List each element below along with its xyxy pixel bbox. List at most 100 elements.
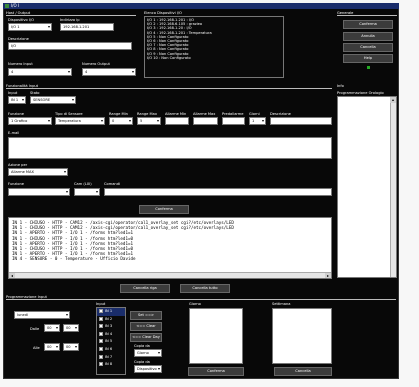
funzione2-select[interactable]: [8, 188, 70, 196]
prog-input-item[interactable]: IN 7: [97, 354, 125, 362]
prog-input-item[interactable]: IN 4: [97, 331, 125, 339]
predallarme-label: Predallarme: [222, 112, 244, 116]
email-label: E-mail: [8, 131, 20, 135]
predallarme-input[interactable]: [222, 117, 245, 125]
checkbox-icon[interactable]: [99, 331, 103, 336]
prog-day-select[interactable]: lunedì: [14, 311, 70, 319]
general-cancella-button[interactable]: Cancella: [343, 43, 393, 52]
n-output-select[interactable]: 4: [82, 68, 136, 76]
set-button[interactable]: Set ==>: [130, 311, 162, 320]
prog-input-list[interactable]: IN 1 IN 2 IN 3 IN 4 IN 5 IN 6 IN 7 IN 8: [96, 307, 126, 375]
device-list-item[interactable]: I/O 10 : Non Configurato: [147, 56, 281, 60]
prog-input-label-text: IN 7: [105, 354, 113, 359]
prog-input-label-text: IN 2: [105, 316, 113, 321]
cam-label: Cam (LXI): [74, 182, 92, 186]
prog-input-item[interactable]: IN 3: [97, 323, 125, 331]
checkbox-icon[interactable]: [99, 316, 103, 321]
dalle-min-select[interactable]: 00: [63, 324, 79, 332]
scroll-right-icon[interactable]: ▸: [325, 273, 331, 278]
prog-input-item[interactable]: IN 2: [97, 316, 125, 324]
n-input-label: Numero Input: [8, 62, 33, 66]
checkbox-icon[interactable]: [99, 339, 103, 344]
rules-log-list[interactable]: IN 1 - CHIUSO - HTTP - CAM12 - /axis-cgi…: [8, 217, 332, 279]
scroll-left-icon[interactable]: ◂: [9, 273, 15, 278]
giorni-select[interactable]: 1: [249, 117, 266, 125]
checkbox-icon[interactable]: [99, 354, 103, 359]
descr-label: Descrizione: [8, 37, 29, 41]
n-output-label: Numero Output: [82, 62, 110, 66]
prog-cancella-button[interactable]: Cancella: [274, 367, 332, 376]
checkbox-icon[interactable]: [99, 324, 103, 329]
descr-input[interactable]: I/O: [8, 42, 132, 50]
func-conferma-button[interactable]: Conferma: [139, 205, 189, 214]
general-help-button[interactable]: Help: [343, 54, 393, 63]
window-titlebar: I/O I: [3, 3, 399, 9]
cancella-riga-button[interactable]: Cancella riga: [120, 284, 170, 293]
prog-input-label-text: IN 8: [105, 362, 113, 367]
settimana-list[interactable]: [272, 308, 332, 364]
checkbox-icon[interactable]: [99, 362, 103, 367]
ip-input[interactable]: 192.168.1.201: [60, 23, 114, 31]
log-row[interactable]: IN 4 - SENSORE - 0 - Temperature - Uffic…: [12, 256, 329, 261]
info-scroll-up-icon[interactable]: ▴: [390, 97, 396, 103]
prog-input-label-text: IN 5: [105, 339, 113, 344]
copia2-select[interactable]: Dispositivo: [134, 365, 162, 373]
prog-input-item[interactable]: IN 5: [97, 338, 125, 346]
tipo-select[interactable]: Temperatura: [55, 117, 105, 125]
dalle-hour-select[interactable]: 00: [44, 324, 60, 332]
func-input-label: Input: [8, 91, 18, 95]
allarme-max-label: Allarme Max: [193, 112, 216, 116]
funzione-label: Funzione: [8, 112, 24, 116]
info-panel[interactable]: ▴: [337, 96, 397, 278]
checkbox-icon[interactable]: [99, 346, 103, 351]
general-annulla-button[interactable]: Annulla: [343, 32, 393, 41]
prog-input-item[interactable]: IN 8: [97, 361, 125, 369]
general-conferma-button[interactable]: Conferma: [343, 20, 393, 29]
hw-divider: [6, 15, 136, 16]
func-input-select[interactable]: IN 1: [8, 96, 26, 104]
info-title: Info: [337, 84, 344, 88]
prog-input-item[interactable]: IN 1: [97, 308, 125, 316]
device-list[interactable]: I/O 1 : 192.168.1.201 : I/O I/O 2 : 192.1…: [144, 16, 284, 78]
prog-divider: [6, 299, 396, 300]
funzione-select[interactable]: 1 Grafico: [8, 117, 52, 125]
func-state-select[interactable]: SENSORE: [30, 96, 76, 104]
descrizione-label: Descrizione: [270, 112, 291, 116]
prog-input-label: Input: [96, 302, 106, 306]
clear-button[interactable]: <== Clear: [130, 322, 162, 331]
funzione2-label: Funzione: [8, 182, 24, 186]
range-min-label: Range Min: [109, 112, 128, 116]
range-min-select[interactable]: 0: [109, 117, 133, 125]
prog-input-label-text: IN 6: [105, 346, 113, 351]
device-label: Dispositivo I/O: [8, 18, 34, 22]
giorno-list[interactable]: [189, 308, 243, 364]
alle-hour-select[interactable]: 00: [44, 343, 60, 351]
allarme-max-input[interactable]: [193, 117, 218, 125]
device-select[interactable]: I/O 1: [8, 23, 52, 31]
checkbox-icon[interactable]: [99, 309, 103, 313]
cancella-tutto-button[interactable]: Cancella tutto: [180, 284, 230, 293]
copia-select[interactable]: Giorno: [134, 349, 162, 357]
copia2-label: Copia da: [134, 360, 150, 364]
alle-min-select[interactable]: 00: [63, 343, 79, 351]
status-indicator: [367, 66, 370, 69]
prog-input-item[interactable]: IN 6: [97, 346, 125, 354]
app-icon: [5, 4, 9, 8]
log-scrollbar[interactable]: ◂ ▸: [9, 272, 331, 278]
func-state-label: Stato: [30, 91, 40, 95]
tipo-label: Tipo di Sensore: [55, 112, 83, 116]
range-max-select[interactable]: 5: [137, 117, 161, 125]
n-input-select[interactable]: 4: [8, 68, 72, 76]
func-divider: [6, 88, 332, 89]
clear-day-button[interactable]: <== Clear Day: [130, 333, 162, 342]
prog-conferma-button[interactable]: Conferma: [188, 367, 244, 376]
cam-select[interactable]: [74, 188, 100, 196]
azione-select[interactable]: Allarme MAX: [8, 168, 68, 176]
email-textarea[interactable]: [8, 137, 332, 159]
allarme-min-input[interactable]: [165, 117, 189, 125]
descrizione-input[interactable]: [270, 117, 332, 125]
dalle-label: Dalle: [30, 327, 40, 331]
prog-input-label-text: IN 4: [105, 331, 113, 336]
info-scrollbar[interactable]: [390, 97, 396, 277]
cmd-input[interactable]: [104, 188, 332, 196]
